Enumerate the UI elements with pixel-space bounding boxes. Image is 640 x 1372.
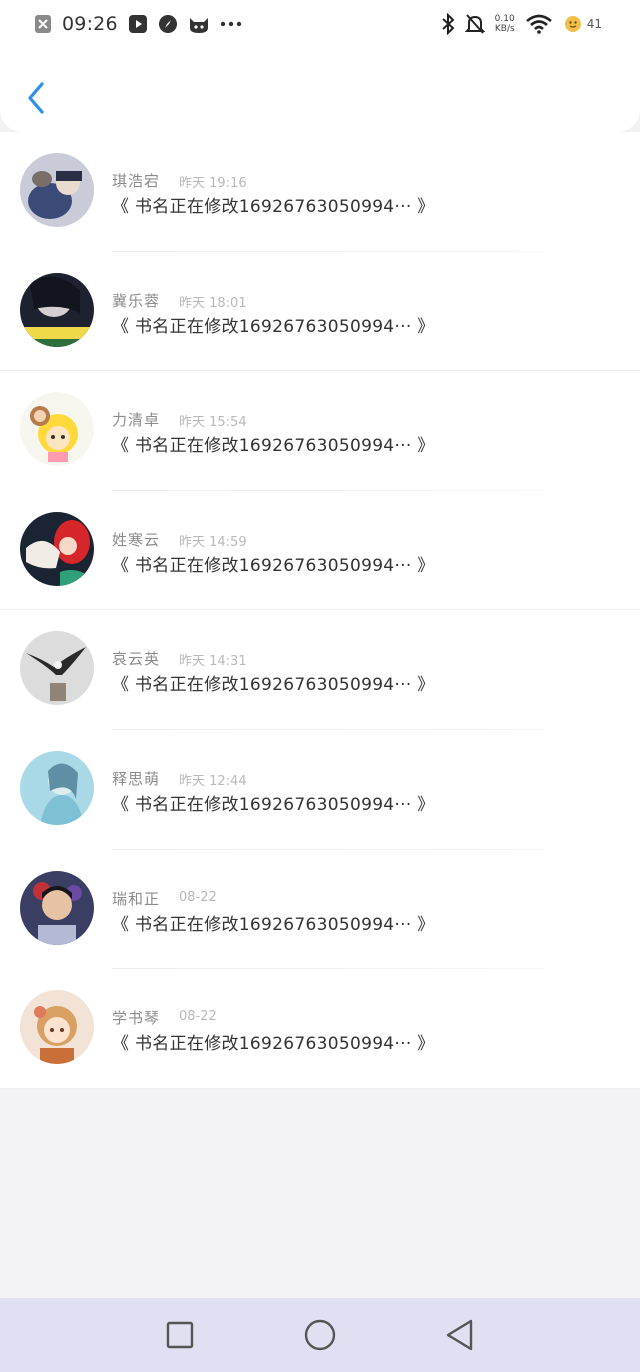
recents-square-icon (166, 1321, 194, 1349)
system-nav-bar (0, 1298, 640, 1372)
back-triangle-icon (446, 1319, 473, 1351)
list-item[interactable]: 姓寒云 昨天 14:59 《 书名正在修改16926763050994··· 》 (0, 491, 640, 611)
list-item[interactable]: 瑞和正 08-22 《 书名正在修改16926763050994··· 》 (0, 850, 640, 970)
timestamp: 昨天 15:54 (179, 415, 247, 431)
list-item[interactable]: 力清卓 昨天 15:54 《 书名正在修改16926763050994··· 》 (0, 371, 640, 491)
home-button[interactable] (290, 1305, 350, 1365)
user-name: 冀乐蓉 (112, 291, 161, 310)
status-bar-left: 09:26 (34, 13, 242, 35)
book-title: 《 书名正在修改16926763050994··· 》 (112, 794, 435, 815)
user-name: 学书琴 (112, 1009, 161, 1028)
avatar[interactable] (20, 153, 94, 227)
timestamp: 昨天 19:16 (179, 176, 247, 191)
status-bar-right: 0.10 KB/s 41 (441, 13, 602, 35)
net-speed-unit: KB/s (494, 24, 515, 34)
wifi-icon (525, 14, 553, 34)
avatar[interactable] (20, 511, 94, 586)
list-item[interactable]: 哀云英 昨天 14:31 《 书名正在修改16926763050994··· 》 (0, 610, 640, 730)
more-icon (220, 21, 242, 27)
user-name: 姓寒云 (112, 530, 161, 549)
avatar[interactable] (20, 272, 94, 347)
book-title: 《 书名正在修改16926763050994··· 》 (112, 316, 435, 337)
record-list: 琪浩宕 昨天 19:16 《 书名正在修改16926763050994··· 》冀乐… (0, 132, 640, 1089)
back-button[interactable] (18, 76, 54, 120)
user-name: 力清卓 (112, 411, 161, 430)
avatar[interactable] (20, 870, 94, 945)
list-item[interactable]: 冀乐蓉 昨天 18:01 《 书名正在修改16926763050994··· 》 (0, 252, 640, 372)
list-item[interactable]: 释思萌 昨天 12:44 《 书名正在修改16926763050994··· 》 (0, 730, 640, 850)
book-title: 《 书名正在修改16926763050994··· 》 (112, 1034, 435, 1055)
avatar[interactable] (20, 990, 94, 1065)
user-name: 哀云英 (112, 650, 161, 669)
book-title: 《 书名正在修改16926763050994··· 》 (112, 675, 435, 696)
net-speed: 0.10 KB/s (495, 14, 515, 34)
book-title: 《 书名正在修改16926763050994··· 》 (112, 555, 435, 576)
compass-icon (158, 14, 178, 34)
user-name: 瑞和正 (112, 889, 161, 908)
battery-level: 41 (586, 17, 602, 31)
timestamp: 昨天 18:01 (179, 295, 247, 311)
screen: 09:26 0.10 KB/s 41 琪浩宕 昨天 19:16 《 书名正在修改… (0, 0, 640, 1372)
status-bar: 09:26 0.10 KB/s 41 (0, 0, 640, 48)
status-time: 09:26 (62, 13, 118, 35)
timestamp: 08-22 (179, 1009, 217, 1025)
book-title: 《 书名正在修改16926763050994··· 》 (112, 436, 435, 457)
back-nav-button[interactable] (430, 1305, 490, 1365)
chevron-left-icon (28, 82, 44, 114)
timestamp: 昨天 14:31 (179, 654, 247, 670)
recents-button[interactable] (150, 1305, 210, 1365)
cat-icon (188, 14, 210, 34)
book-title: 《 书名正在修改16926763050994··· 》 (112, 914, 435, 935)
timestamp: 昨天 12:44 (179, 773, 247, 789)
avatar[interactable] (20, 750, 94, 825)
list-item[interactable]: 学书琴 08-22 《 书名正在修改16926763050994··· 》 (0, 969, 640, 1089)
bluetooth-icon (441, 13, 455, 35)
battery-icon (563, 14, 583, 34)
book-title: 《 书名正在修改16926763050994··· 》 (112, 197, 435, 217)
user-name: 释思萌 (112, 769, 161, 788)
user-name: 琪浩宕 (112, 172, 161, 190)
avatar[interactable] (20, 631, 94, 706)
mute-icon (464, 13, 485, 35)
close-box-icon (34, 14, 52, 34)
home-circle-icon (304, 1319, 336, 1351)
timestamp: 08-22 (179, 889, 217, 905)
timestamp: 昨天 14:59 (179, 534, 247, 550)
top-header-card: 09:26 0.10 KB/s 41 (0, 0, 640, 132)
avatar[interactable] (20, 392, 94, 467)
media-icon (128, 14, 148, 34)
divider (0, 1087, 640, 1089)
list-item[interactable]: 琪浩宕 昨天 19:16 《 书名正在修改16926763050994··· 》 (0, 132, 640, 252)
net-speed-value: 0.10 (494, 14, 515, 24)
